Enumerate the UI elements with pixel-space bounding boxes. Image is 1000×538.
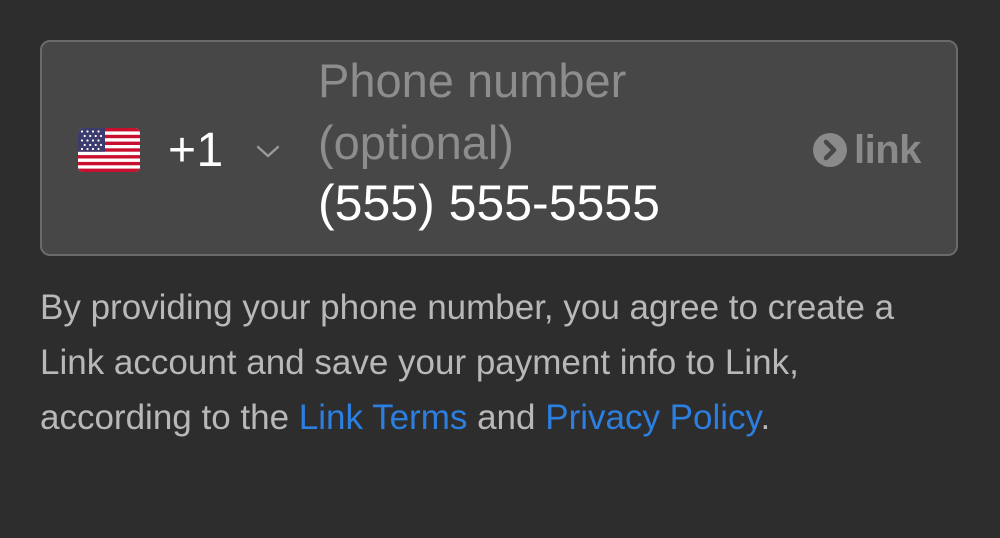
dial-code: +1 (168, 123, 224, 177)
phone-number-field: +1 Phone number (optional) link (40, 40, 958, 256)
link-terms-link[interactable]: Link Terms (299, 398, 468, 437)
us-flag-icon (78, 128, 140, 172)
privacy-policy-link[interactable]: Privacy Policy (545, 398, 760, 437)
link-arrow-icon (812, 132, 848, 168)
phone-number-label: Phone number (optional) (318, 54, 627, 169)
link-logo: link (812, 127, 921, 172)
page: +1 Phone number (optional) link By provi… (0, 0, 1000, 538)
consent-text-after: . (760, 398, 771, 437)
link-logo-text: link (854, 127, 921, 172)
phone-number-input[interactable] (318, 172, 778, 234)
chevron-down-icon (254, 143, 282, 161)
consent-text-between: and (467, 398, 546, 437)
country-code-select[interactable]: +1 (78, 120, 282, 180)
consent-text: By providing your phone number, you agre… (40, 280, 960, 445)
